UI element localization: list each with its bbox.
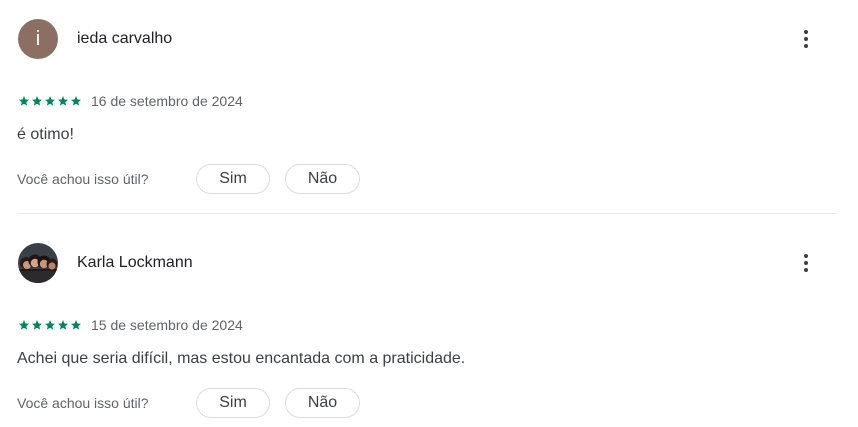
star-icon bbox=[32, 320, 42, 330]
helpful-question: Você achou isso útil? bbox=[17, 171, 149, 187]
review-card: i ieda carvalho 16 de setembro de 2024 é… bbox=[0, 19, 858, 209]
avatar-letter: i bbox=[35, 27, 41, 50]
review-meta: 15 de setembro de 2024 bbox=[18, 317, 243, 333]
review-header: i ieda carvalho bbox=[18, 19, 172, 59]
no-button[interactable]: Não bbox=[285, 164, 360, 194]
yes-button[interactable]: Sim bbox=[196, 388, 270, 418]
star-icon bbox=[71, 320, 81, 330]
more-vert-icon bbox=[804, 254, 808, 258]
review-date: 16 de setembro de 2024 bbox=[91, 93, 243, 109]
avatar: i bbox=[18, 19, 58, 59]
star-icon bbox=[45, 96, 55, 106]
no-button[interactable]: Não bbox=[285, 388, 360, 418]
divider bbox=[17, 213, 836, 214]
group-photo-icon bbox=[18, 243, 58, 283]
yes-button[interactable]: Sim bbox=[196, 164, 270, 194]
star-icon bbox=[58, 320, 68, 330]
star-icon bbox=[58, 96, 68, 106]
review-card: Karla Lockmann 15 de setembro de 2024 Ac… bbox=[0, 243, 858, 427]
star-icon bbox=[32, 96, 42, 106]
review-text: é otimo! bbox=[17, 126, 74, 143]
star-icon bbox=[19, 96, 29, 106]
star-rating bbox=[18, 95, 82, 107]
author-name: Karla Lockmann bbox=[77, 254, 193, 271]
more-vert-icon bbox=[804, 30, 808, 34]
helpful-row: Você achou isso útil? Sim Não bbox=[17, 388, 360, 418]
review-header: Karla Lockmann bbox=[18, 243, 193, 283]
review-date: 15 de setembro de 2024 bbox=[91, 317, 243, 333]
avatar bbox=[18, 243, 58, 283]
review-meta: 16 de setembro de 2024 bbox=[18, 93, 243, 109]
star-rating bbox=[18, 319, 82, 331]
star-icon bbox=[45, 320, 55, 330]
helpful-question: Você achou isso útil? bbox=[17, 395, 149, 411]
star-icon bbox=[71, 96, 81, 106]
more-options-button[interactable] bbox=[792, 19, 820, 59]
more-options-button[interactable] bbox=[792, 243, 820, 283]
helpful-row: Você achou isso útil? Sim Não bbox=[17, 164, 360, 194]
star-icon bbox=[19, 320, 29, 330]
author-name: ieda carvalho bbox=[77, 30, 173, 47]
review-text: Achei que seria difícil, mas estou encan… bbox=[17, 350, 466, 367]
